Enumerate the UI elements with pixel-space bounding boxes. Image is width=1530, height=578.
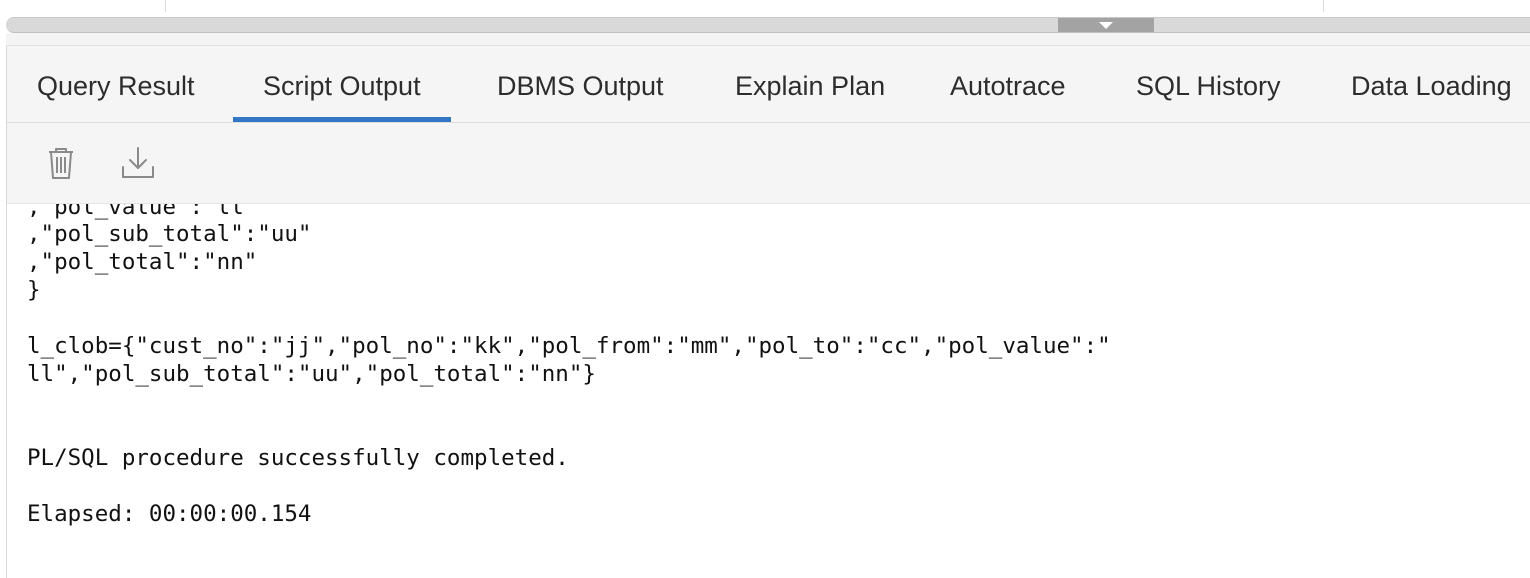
tab-label: Script Output — [263, 71, 421, 101]
splitter-handle[interactable] — [1058, 18, 1154, 32]
tab-label: Autotrace — [950, 71, 1066, 101]
editor-divider — [1323, 0, 1324, 12]
tab-label: Data Loading — [1351, 71, 1512, 101]
output-line: l_clob={"cust_no":"jj","pol_no":"kk","po… — [27, 333, 1111, 359]
editor-bottom-edge — [0, 0, 1530, 12]
output-line: PL/SQL procedure successfully completed. — [27, 445, 569, 471]
tab-label: DBMS Output — [497, 71, 664, 101]
tab-label: Explain Plan — [735, 71, 886, 101]
output-line: Elapsed: 00:00:00.154 — [27, 501, 312, 527]
editor-divider — [165, 0, 166, 12]
output-line: ll","pol_sub_total":"uu","pol_total":"nn… — [27, 361, 596, 387]
download-output-button[interactable] — [120, 145, 156, 181]
tab-sql-history[interactable]: SQL History — [1106, 46, 1311, 122]
script-output-area[interactable]: ,"pol_value":"ll" ,"pol_sub_total":"uu" … — [7, 204, 1530, 578]
output-line: ,"pol_total":"nn" — [27, 249, 258, 275]
output-line: ,"pol_sub_total":"uu" — [27, 221, 312, 247]
output-panel: Query Result Script Output DBMS Output E… — [6, 46, 1530, 578]
output-line: } — [27, 277, 41, 303]
tab-script-output[interactable]: Script Output — [233, 46, 451, 122]
script-output-panel-root: Query Result Script Output DBMS Output E… — [0, 0, 1530, 578]
tab-query-result[interactable]: Query Result — [7, 46, 225, 122]
trash-icon — [49, 148, 73, 179]
download-icon — [122, 147, 154, 178]
tab-label: Query Result — [37, 71, 195, 101]
tab-explain-plan[interactable]: Explain Plan — [705, 46, 915, 122]
output-toolbar — [7, 123, 1530, 204]
tab-autotrace[interactable]: Autotrace — [920, 46, 1096, 122]
output-line: ,"pol_value":"ll" — [27, 204, 258, 220]
clear-output-button[interactable] — [43, 145, 79, 181]
tab-dbms-output[interactable]: DBMS Output — [467, 46, 694, 122]
tab-data-loading[interactable]: Data Loading — [1321, 46, 1530, 122]
tab-bar: Query Result Script Output DBMS Output E… — [7, 46, 1530, 123]
panel-splitter[interactable] — [6, 17, 1530, 33]
tab-label: SQL History — [1136, 71, 1281, 101]
splitter-gap — [6, 33, 1530, 46]
chevron-down-icon — [1099, 22, 1113, 29]
